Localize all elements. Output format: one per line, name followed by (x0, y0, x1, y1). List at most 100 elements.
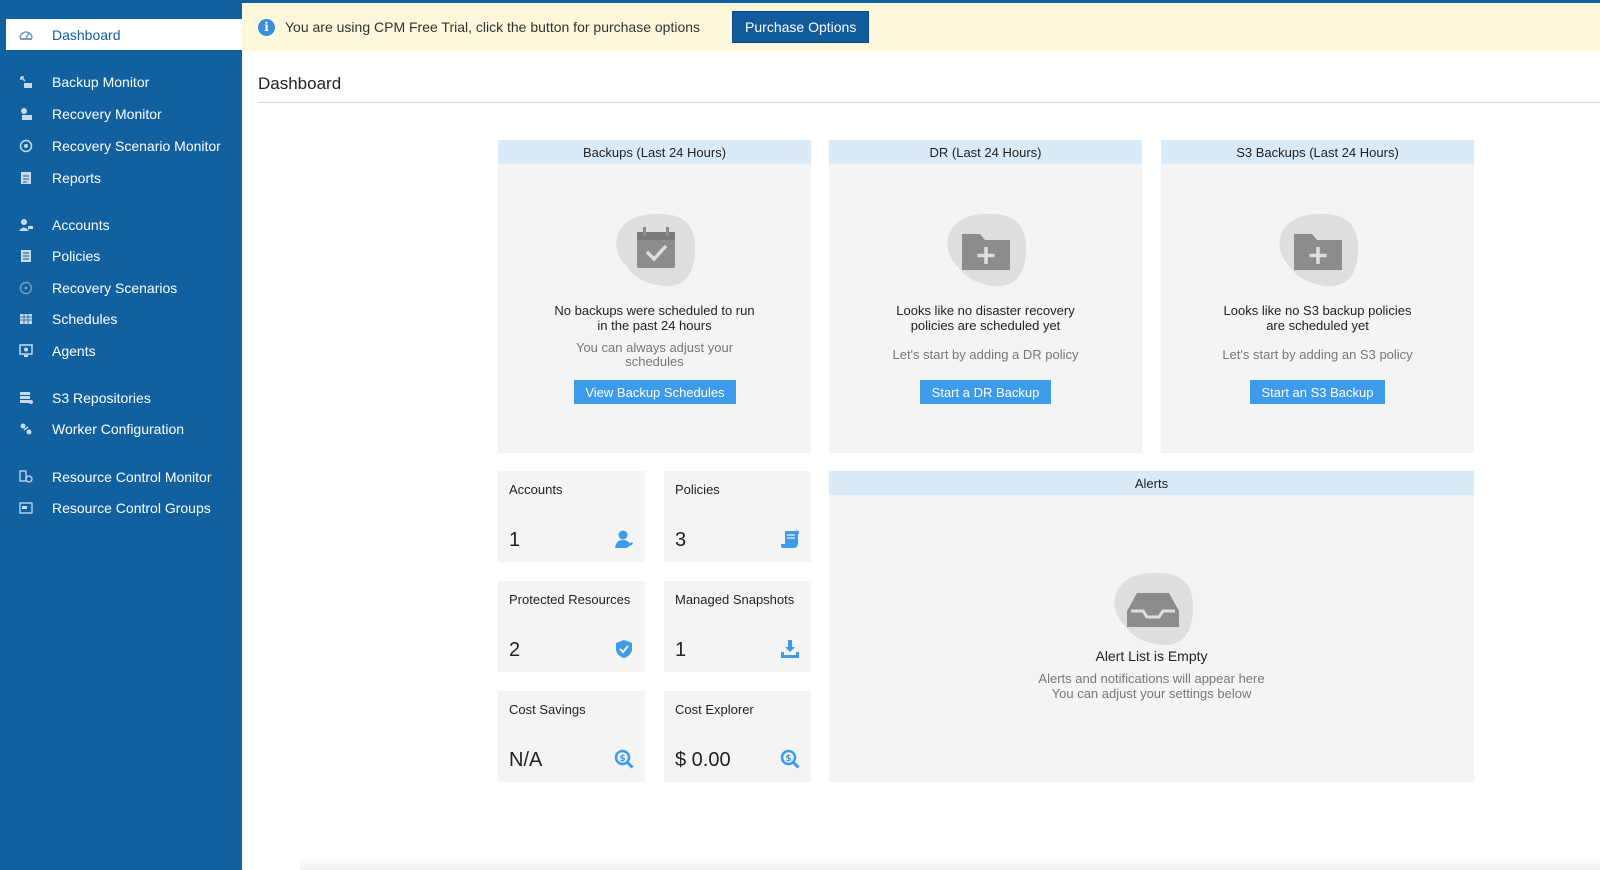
stat-value: $ 0.00 (675, 749, 731, 771)
stat-policies[interactable]: Policies 3 (664, 471, 811, 562)
reports-icon (16, 171, 36, 185)
stat-value: 3 (675, 529, 687, 551)
sidebar-item-resource-control-monitor[interactable]: Resource Control Monitor (6, 462, 242, 492)
recovery-monitor-icon (16, 107, 36, 121)
stat-value: 1 (509, 529, 521, 551)
recovery-scenarios-icon (16, 281, 36, 295)
empty-title-line1: No backups were scheduled to run (554, 303, 755, 318)
card-header: DR (Last 24 Hours) (829, 140, 1142, 164)
sidebar-item-label: Policies (52, 248, 101, 264)
alerts-card: Alerts Alert List is Empty Alerts and no… (829, 471, 1474, 782)
dollar-search-icon: $ (780, 749, 800, 769)
empty-title-line1: Looks like no S3 backup policies (1223, 303, 1412, 318)
view-backup-schedules-button[interactable]: View Backup Schedules (574, 380, 736, 404)
folder-plus-icon (1279, 213, 1359, 287)
agents-icon (16, 344, 36, 358)
empty-title: Alert List is Empty (1095, 648, 1208, 664)
dollar-search-icon: $ (614, 749, 634, 769)
schedules-icon (16, 312, 36, 326)
sidebar-item-label: S3 Repositories (52, 390, 151, 406)
inbox-icon (1114, 572, 1194, 646)
dashboard-icon (16, 28, 36, 42)
resource-control-groups-icon (16, 501, 36, 515)
sidebar-item-s3-repositories[interactable]: S3 Repositories (6, 383, 242, 413)
start-dr-backup-button[interactable]: Start a DR Backup (920, 380, 1051, 404)
backups-card: Backups (Last 24 Hours) No backups were … (498, 140, 811, 453)
empty-title-line1: Looks like no disaster recovery (896, 303, 1075, 318)
sidebar-item-resource-control-groups[interactable]: Resource Control Groups (6, 493, 242, 523)
title-divider (258, 102, 1600, 103)
card-header: Backups (Last 24 Hours) (498, 140, 811, 164)
resource-control-monitor-icon (16, 470, 36, 484)
sidebar-item-agents[interactable]: Agents (6, 336, 242, 366)
sidebar-item-policies[interactable]: Policies (6, 241, 242, 271)
sidebar-item-label: Recovery Monitor (52, 106, 162, 122)
empty-title-line2: in the past 24 hours (597, 318, 712, 333)
sidebar-item-worker-configuration[interactable]: Worker Configuration (6, 414, 242, 444)
accounts-icon (16, 218, 36, 232)
user-icon (615, 530, 633, 548)
empty-sub-line1: Alerts and notifications will appear her… (1038, 671, 1265, 686)
empty-sub-line1: You can always adjust your (575, 340, 734, 355)
empty-sub-line2: schedules (625, 354, 684, 369)
download-icon (781, 640, 799, 658)
stat-label: Managed Snapshots (675, 592, 795, 607)
sidebar-item-label: Worker Configuration (52, 421, 185, 437)
trial-banner: i You are using CPM Free Trial, click th… (242, 3, 1600, 51)
sidebar-item-schedules[interactable]: Schedules (6, 304, 242, 334)
info-icon: i (258, 18, 275, 36)
sidebar-item-backup-monitor[interactable]: Backup Monitor (6, 67, 242, 97)
sidebar-item-label: Backup Monitor (52, 74, 150, 90)
stat-label: Protected Resources (509, 592, 631, 607)
scroll-icon (781, 530, 799, 548)
card-header: S3 Backups (Last 24 Hours) (1161, 140, 1474, 164)
sidebar-item-label: Schedules (52, 311, 118, 327)
empty-sub-line2: You can adjust your settings below (1051, 686, 1252, 701)
start-s3-backup-button[interactable]: Start an S3 Backup (1250, 380, 1385, 404)
sidebar-item-label: Resource Control Groups (52, 500, 211, 516)
sidebar-item-label: Agents (52, 343, 96, 359)
footer-shadow (300, 858, 1600, 870)
calendar-check-icon (616, 213, 696, 287)
empty-title-line2: are scheduled yet (1266, 318, 1369, 333)
shield-check-icon (616, 640, 632, 658)
stat-label: Cost Savings (509, 702, 586, 717)
sidebar-item-recovery-scenario-monitor[interactable]: Recovery Scenario Monitor (6, 131, 242, 161)
empty-sub-line1: Let's start by adding an S3 policy (1222, 347, 1413, 362)
stat-cost-explorer[interactable]: Cost Explorer $ 0.00 $ (664, 691, 811, 782)
sidebar-item-label: Reports (52, 170, 102, 186)
empty-title-line2: policies are scheduled yet (910, 318, 1061, 333)
sidebar: Dashboard Backup Monitor Recovery Monito… (0, 0, 243, 870)
sidebar-item-recovery-monitor[interactable]: Recovery Monitor (6, 99, 242, 129)
svg-text:$: $ (619, 754, 625, 764)
stat-value: 2 (509, 639, 521, 661)
sidebar-item-label: Resource Control Monitor (52, 469, 212, 485)
sidebar-item-dashboard[interactable]: Dashboard (6, 19, 243, 50)
trial-message: You are using CPM Free Trial, click the … (285, 19, 701, 35)
sidebar-item-label: Recovery Scenarios (52, 280, 178, 296)
s3-backups-card: S3 Backups (Last 24 Hours) Looks like no… (1161, 140, 1474, 453)
stat-managed-snapshots[interactable]: Managed Snapshots 1 (664, 581, 811, 672)
sidebar-item-reports[interactable]: Reports (6, 163, 242, 193)
backup-monitor-icon (16, 75, 36, 89)
purchase-options-button[interactable]: Purchase Options (732, 11, 870, 43)
stat-accounts[interactable]: Accounts 1 (498, 471, 645, 562)
stat-label: Policies (675, 482, 720, 497)
stat-protected-resources[interactable]: Protected Resources 2 (498, 581, 645, 672)
folder-plus-icon (947, 213, 1027, 287)
page-title: Dashboard (258, 74, 342, 93)
stat-label: Accounts (509, 482, 563, 497)
svg-text:$: $ (785, 754, 791, 764)
stat-value: 1 (675, 639, 687, 661)
empty-sub-line1: Let's start by adding a DR policy (892, 347, 1079, 362)
sidebar-item-label: Accounts (52, 217, 110, 233)
sidebar-item-recovery-scenarios[interactable]: Recovery Scenarios (6, 273, 242, 303)
sidebar-item-label: Recovery Scenario Monitor (52, 138, 221, 154)
card-header: Alerts (829, 471, 1474, 495)
dr-card: DR (Last 24 Hours) Looks like no disaste… (829, 140, 1142, 453)
sidebar-item-accounts[interactable]: Accounts (6, 210, 242, 240)
stat-label: Cost Explorer (675, 702, 754, 717)
recovery-scenario-monitor-icon (16, 139, 36, 153)
stat-cost-savings[interactable]: Cost Savings N/A $ (498, 691, 645, 782)
stat-value: N/A (509, 749, 543, 771)
